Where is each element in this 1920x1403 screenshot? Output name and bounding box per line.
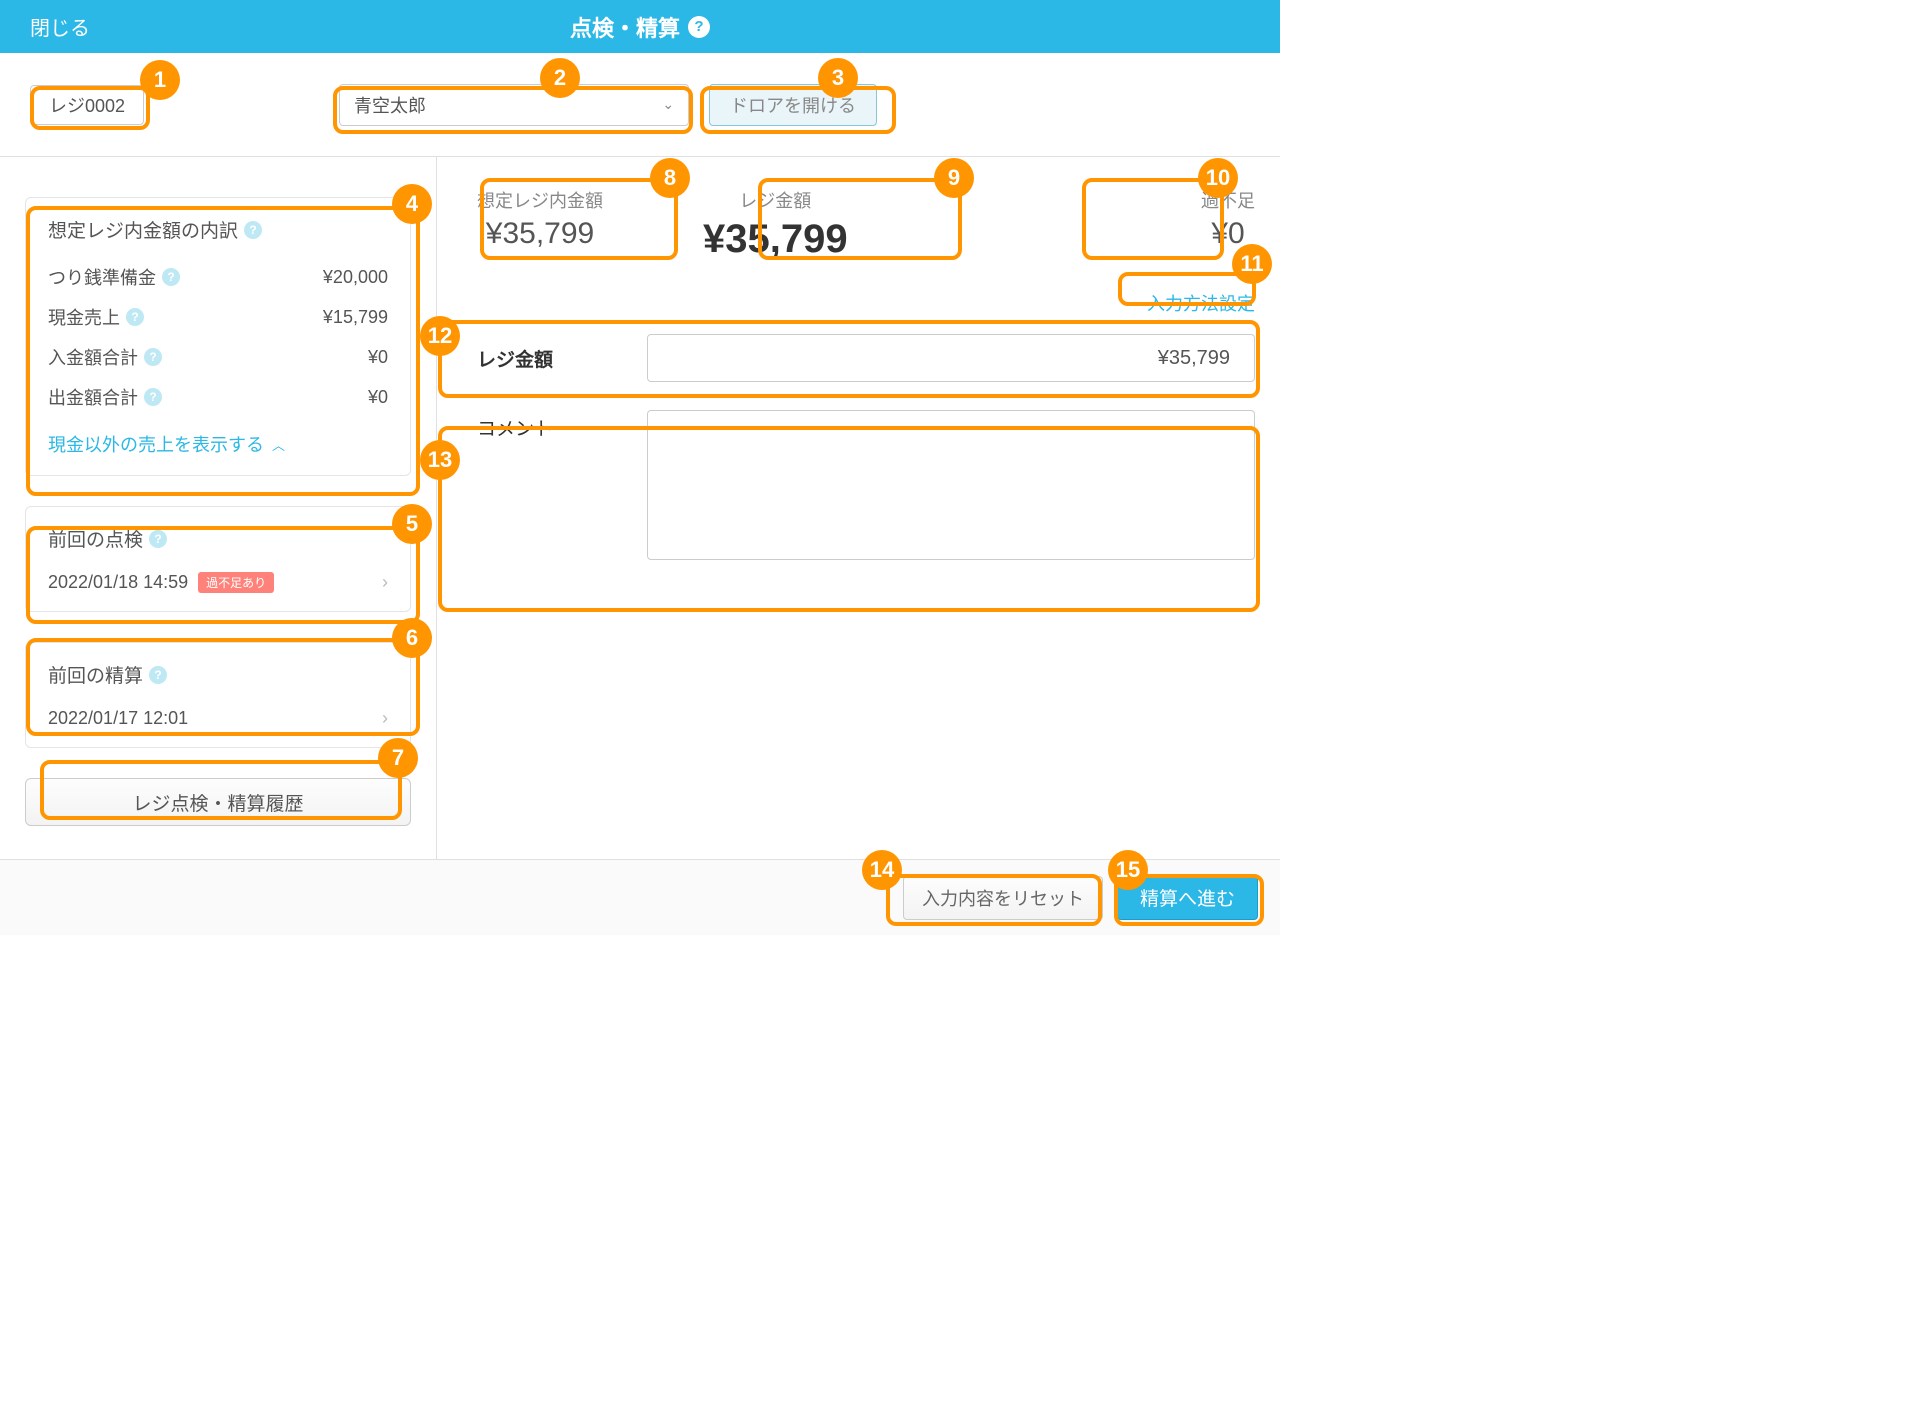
breakdown-row: 出金額合計? ¥0 [48,377,388,417]
breakdown-value: ¥0 [368,347,388,368]
breakdown-title: 想定レジ内金額の内訳 ? [48,216,388,243]
prev-check-card[interactable]: 前回の点検 ? 2022/01/18 14:59 過不足あり › [25,506,411,612]
breakdown-row: 現金売上? ¥15,799 [48,297,388,337]
help-icon[interactable]: ? [144,388,162,406]
prev-settle-title: 前回の精算 ? [48,661,388,688]
breakdown-label: 入金額合計 [48,344,138,370]
chevron-down-icon: ⌄ [662,96,674,113]
top-bar: 閉じる 点検・精算 ? [0,0,1280,53]
help-icon[interactable]: ? [149,666,167,684]
summary: 想定レジ内金額 ¥35,799 レジ金額 ¥35,799 過不足 ¥0 [477,187,1255,262]
breakdown-row: 入金額合計? ¥0 [48,337,388,377]
prev-check-title: 前回の点検 ? [48,525,388,552]
breakdown-value: ¥15,799 [323,307,388,328]
show-other-label: 現金以外の売上を表示する [48,431,264,457]
footer: 入力内容をリセット 精算へ進む [0,859,1280,935]
comment-field-label: コメント [477,410,627,441]
comment-field-row: コメント [477,410,1255,560]
help-icon[interactable]: ? [688,16,710,38]
help-icon[interactable]: ? [244,221,262,239]
help-icon[interactable]: ? [162,268,180,286]
sidebar: 想定レジ内金額の内訳 ? つり銭準備金? ¥20,000 現金売上? ¥15,7… [0,157,437,859]
breakdown-title-text: 想定レジ内金額の内訳 [48,216,238,243]
breakdown-label: 出金額合計 [48,384,138,410]
breakdown-value: ¥20,000 [323,267,388,288]
input-setting-wrap: 入力方法設定 [477,290,1255,316]
prev-check-title-text: 前回の点検 [48,525,143,552]
prev-settle-title-text: 前回の精算 [48,661,143,688]
history-button[interactable]: レジ点検・精算履歴 [25,778,411,826]
expected-amount-box: 想定レジ内金額 ¥35,799 [477,187,603,262]
title-wrap: 点検・精算 ? [570,11,710,43]
content: 想定レジ内金額 ¥35,799 レジ金額 ¥35,799 過不足 ¥0 入力方法… [437,157,1280,859]
breakdown-label: つり銭準備金 [48,264,156,290]
breakdown-row: つり銭準備金? ¥20,000 [48,257,388,297]
chevron-up-icon: ︿ [272,435,285,454]
amount-field-row: レジ金額 [477,334,1255,382]
expected-label: 想定レジ内金額 [477,187,603,213]
diff-amount-box: 過不足 ¥0 [1201,187,1255,262]
page-title: 点検・精算 [570,11,680,43]
toolbar: レジ0002 青空太郎 ⌄ ドロアを開ける [0,53,1280,157]
staff-select[interactable]: 青空太郎 ⌄ [339,84,689,126]
amount-field-label: レジ金額 [477,345,627,372]
actual-label: レジ金額 [703,187,848,213]
reset-button[interactable]: 入力内容をリセット [903,876,1103,920]
breakdown-card: 想定レジ内金額の内訳 ? つり銭準備金? ¥20,000 現金売上? ¥15,7… [25,197,411,476]
input-method-setting-link[interactable]: 入力方法設定 [1147,294,1255,314]
help-icon[interactable]: ? [126,308,144,326]
chevron-right-icon: › [382,708,388,729]
prev-check-datetime: 2022/01/18 14:59 [48,572,188,593]
help-icon[interactable]: ? [149,530,167,548]
chevron-right-icon: › [382,572,388,593]
discrepancy-badge: 過不足あり [198,572,274,593]
amount-input[interactable] [647,334,1255,382]
main: 想定レジ内金額の内訳 ? つり銭準備金? ¥20,000 現金売上? ¥15,7… [0,157,1280,859]
register-label[interactable]: レジ0002 [30,85,144,125]
breakdown-label: 現金売上 [48,304,120,330]
breakdown-value: ¥0 [368,387,388,408]
open-drawer-button[interactable]: ドロアを開ける [709,84,877,126]
proceed-button[interactable]: 精算へ進む [1117,876,1258,920]
help-icon[interactable]: ? [144,348,162,366]
diff-value: ¥0 [1201,217,1255,251]
expected-value: ¥35,799 [477,217,603,251]
actual-amount-box: レジ金額 ¥35,799 [703,187,848,262]
actual-value: ¥35,799 [703,217,848,262]
staff-name: 青空太郎 [354,92,426,118]
prev-settle-card[interactable]: 前回の精算 ? 2022/01/17 12:01 › [25,642,411,748]
diff-label: 過不足 [1201,187,1255,213]
comment-textarea[interactable] [647,410,1255,560]
prev-settle-datetime: 2022/01/17 12:01 [48,708,188,729]
show-other-sales-toggle[interactable]: 現金以外の売上を表示する ︿ [48,431,388,457]
close-button[interactable]: 閉じる [30,12,90,41]
